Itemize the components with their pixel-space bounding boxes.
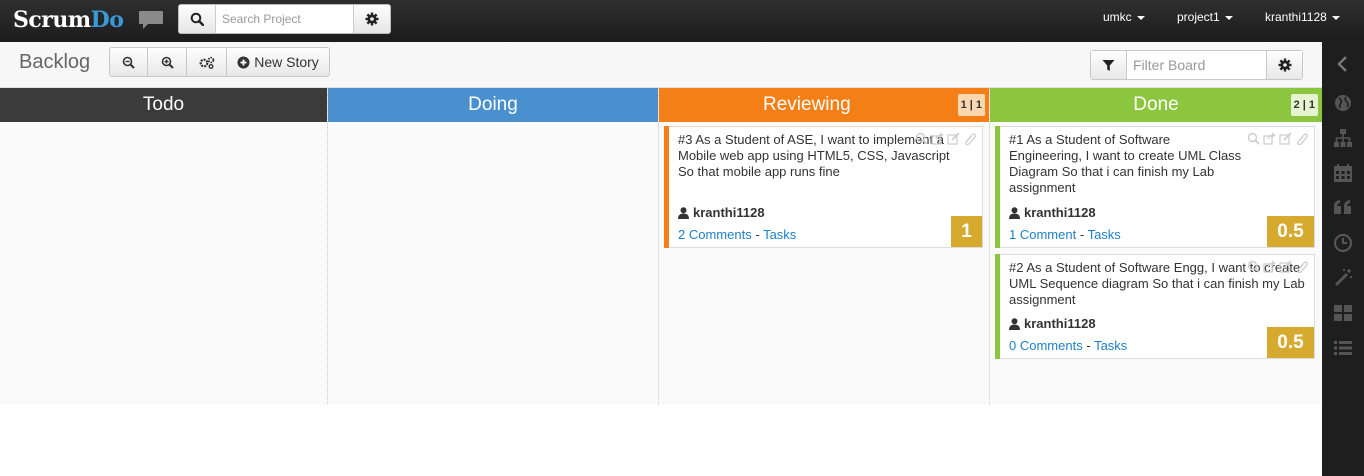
chevron-down-icon — [1136, 15, 1145, 20]
column-doing: Doing — [328, 88, 659, 404]
column-reviewing: Reviewing 1 | 1 #3 As a Student of ASE, … — [659, 88, 990, 404]
column-count-badge: 1 | 1 — [957, 94, 985, 116]
quote-icon[interactable] — [1333, 198, 1353, 218]
board-toolbar: Backlog New Story — [0, 42, 1322, 88]
org-menu[interactable]: umkc — [1103, 10, 1145, 24]
edit-icon[interactable] — [1279, 132, 1292, 145]
column-count-badge: 2 | 1 — [1290, 94, 1318, 116]
globe-icon[interactable] — [1333, 93, 1353, 113]
edit-icon[interactable] — [947, 132, 960, 145]
card-accent — [995, 126, 1000, 248]
share-icon[interactable] — [1263, 132, 1276, 145]
column-header: Done 2 | 1 — [990, 88, 1322, 122]
tasks-link[interactable]: Tasks — [763, 227, 796, 242]
clock-icon[interactable] — [1333, 233, 1353, 253]
search-icon[interactable] — [915, 132, 928, 145]
story-card[interactable]: #2 As a Student of Software Engg, I want… — [995, 254, 1315, 359]
gears-icon — [199, 56, 214, 69]
search-icon[interactable] — [1247, 132, 1260, 145]
search-input[interactable] — [217, 7, 353, 31]
new-story-label: New Story — [254, 54, 319, 70]
filter-icon — [1102, 59, 1115, 71]
column-header: Todo — [0, 88, 327, 122]
gear-icon — [365, 12, 379, 26]
search-icon[interactable] — [1247, 260, 1260, 273]
story-assignee: kranthi1128 — [1009, 205, 1096, 220]
zoom-in-button[interactable] — [148, 48, 187, 76]
story-card[interactable]: #1 As a Student of Software Engineering,… — [995, 126, 1315, 248]
comments-link[interactable]: 0 Comments — [1009, 338, 1083, 353]
story-links: 0 Comments - Tasks — [1009, 338, 1128, 353]
paperclip-icon[interactable] — [963, 132, 976, 145]
card-accent — [664, 126, 669, 248]
zoom-out-icon — [122, 56, 135, 69]
column-done: Done 2 | 1 #1 As a Student of Software E… — [990, 88, 1322, 404]
share-icon[interactable] — [1263, 260, 1276, 273]
search-settings-button[interactable] — [353, 5, 390, 33]
new-story-button[interactable]: New Story — [227, 48, 329, 76]
kanban-board: Todo Doing Reviewing 1 | 1 #3 As a Stude… — [0, 88, 1322, 404]
calendar-icon[interactable] — [1333, 163, 1353, 183]
board-settings-button[interactable] — [187, 48, 227, 76]
gear-icon — [1278, 58, 1291, 72]
plus-circle-icon — [237, 56, 250, 68]
filter-settings-button[interactable] — [1266, 51, 1302, 79]
filter-board — [1090, 50, 1303, 80]
user-icon — [678, 206, 689, 219]
search-icon — [190, 12, 204, 26]
chat-icon[interactable] — [138, 10, 164, 30]
story-points: 1 — [951, 216, 982, 247]
magic-wand-icon[interactable] — [1333, 268, 1353, 288]
list-icon[interactable] — [1333, 338, 1353, 358]
comments-link[interactable]: 2 Comments — [678, 227, 752, 242]
project-menu[interactable]: project1 — [1177, 10, 1233, 24]
filter-input[interactable] — [1128, 53, 1266, 77]
scrumdo-logo[interactable]: ScrumDo — [13, 7, 124, 33]
right-sidebar — [1322, 42, 1364, 476]
card-actions — [1247, 132, 1308, 145]
zoom-in-icon — [161, 56, 174, 69]
story-assignee: kranthi1128 — [678, 205, 765, 220]
edit-icon[interactable] — [1279, 260, 1292, 273]
story-links: 1 Comment - Tasks — [1009, 227, 1121, 242]
story-assignee: kranthi1128 — [1009, 316, 1096, 331]
user-icon — [1009, 317, 1020, 330]
card-actions — [915, 132, 976, 145]
tasks-link[interactable]: Tasks — [1088, 227, 1121, 242]
tasks-link[interactable]: Tasks — [1094, 338, 1127, 353]
sitemap-icon[interactable] — [1333, 128, 1353, 148]
paperclip-icon[interactable] — [1295, 260, 1308, 273]
column-todo: Todo — [0, 88, 328, 404]
card-actions — [1247, 260, 1308, 273]
story-title[interactable]: #1 As a Student of Software Engineering,… — [1009, 132, 1243, 196]
story-points: 0.5 — [1267, 327, 1314, 358]
column-header: Doing — [328, 88, 658, 122]
card-accent — [995, 254, 1000, 359]
user-menu[interactable]: kranthi1128 — [1265, 10, 1340, 24]
user-icon — [1009, 206, 1020, 219]
top-navbar: ScrumDo umkc project1 kranthi1128 — [0, 0, 1364, 42]
chevron-down-icon — [1224, 15, 1233, 20]
column-header: Reviewing 1 | 1 — [659, 88, 989, 122]
board-controls: New Story — [109, 47, 330, 77]
project-search — [178, 4, 391, 34]
chevron-down-icon — [1331, 15, 1340, 20]
dashboard-icon[interactable] — [1333, 303, 1353, 323]
collapse-icon[interactable] — [1333, 54, 1353, 74]
filter-button[interactable] — [1091, 51, 1127, 79]
story-title[interactable]: #3 As a Student of ASE, I want to implem… — [678, 132, 954, 180]
story-card[interactable]: #3 As a Student of ASE, I want to implem… — [664, 126, 983, 248]
paperclip-icon[interactable] — [1295, 132, 1308, 145]
story-points: 0.5 — [1267, 216, 1314, 247]
story-links: 2 Comments - Tasks — [678, 227, 797, 242]
zoom-out-button[interactable] — [110, 48, 148, 76]
share-icon[interactable] — [931, 132, 944, 145]
comments-link[interactable]: 1 Comment — [1009, 227, 1076, 242]
backlog-link[interactable]: Backlog — [19, 51, 90, 74]
search-button[interactable] — [179, 5, 216, 33]
